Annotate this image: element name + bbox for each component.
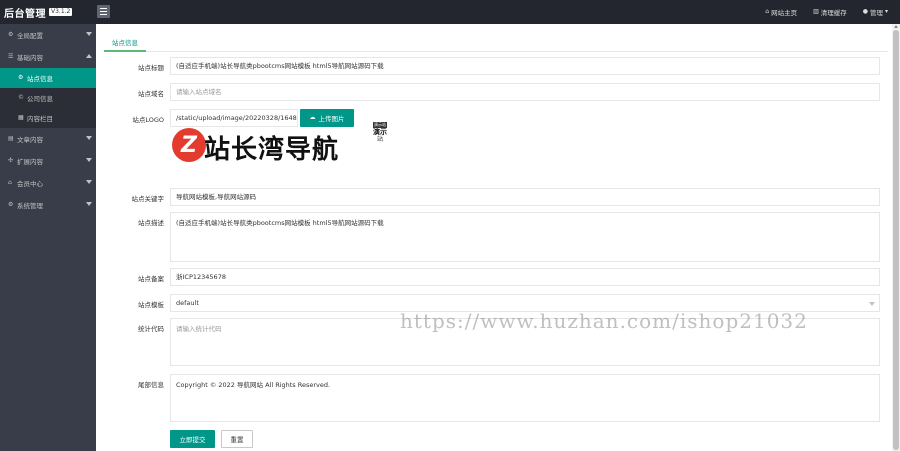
clear-cache-label: 清理缓存 xyxy=(820,9,847,17)
logo-stamp: 演示站 演示 站 xyxy=(373,122,387,164)
menu-toggle-button[interactable] xyxy=(97,5,110,18)
footer-info-textarea[interactable]: Copyright © 2022 导航网站 All Rights Reserve… xyxy=(170,374,880,422)
sidebar-subitem-company-info[interactable]: © 公司信息 xyxy=(0,88,96,108)
stamp-mid-text: 演示 xyxy=(373,128,387,136)
list-icon: ☰ xyxy=(8,53,14,60)
top-bar: 后台管理 V3.1.2 ⌂ 网站主页 ▥ 清理缓存 ● 管理 ▾ xyxy=(0,0,900,24)
trash-icon: ▥ xyxy=(813,8,819,15)
site-icp-input[interactable]: 浙ICP12345678 xyxy=(170,268,880,286)
tab-site-info[interactable]: 站点信息 xyxy=(104,36,146,52)
user-icon: ● xyxy=(862,8,868,15)
logo-brand-text: 站长湾导航 xyxy=(204,135,340,165)
gear-icon: ⚙ xyxy=(18,74,24,81)
watermark-text: https://www.huzhan.com/ishop21032 xyxy=(400,309,808,333)
hamburger-icon-line xyxy=(100,11,107,12)
icp-label: 站点备案 xyxy=(138,275,164,283)
tab-bar: 站点信息 xyxy=(104,36,888,52)
logo-z-mark: Z xyxy=(172,128,206,162)
stamp-bot-text: 站 xyxy=(376,136,383,143)
site-keywords-input[interactable]: 导航网站模板,导航网站源码 xyxy=(170,188,880,206)
lock-icon: ⌂ xyxy=(8,179,12,186)
site-home-label: 网站主页 xyxy=(771,9,798,17)
scroll-up-arrow-icon[interactable] xyxy=(894,25,898,28)
site-description-textarea[interactable]: (自适应手机端)站长导航类pbootcms网站模板 html5导航网站源码下载 xyxy=(170,212,880,262)
app-root: 后台管理 V3.1.2 ⌂ 网站主页 ▥ 清理缓存 ● 管理 ▾ ⚙ 全局配置 … xyxy=(0,0,900,451)
admin-menu[interactable]: ● 管理 ▾ xyxy=(862,7,888,18)
keywords-label: 站点关键字 xyxy=(131,195,165,203)
title-label: 站点标题 xyxy=(138,64,164,72)
main-content: 站点信息 站点标题 (自适应手机端)站长导航类pbootcms网站模板 html… xyxy=(96,24,900,451)
sidebar-item-basic-content[interactable]: ☰ 基础内容 xyxy=(0,46,96,68)
domain-label: 站点域名 xyxy=(138,90,164,98)
hamburger-icon-line xyxy=(100,14,107,15)
hamburger-icon xyxy=(100,8,107,9)
sidebar-subitem-content-columns[interactable]: ▦ 内容栏目 xyxy=(0,108,96,128)
sidebar-subitem-label: 内容栏目 xyxy=(27,115,53,123)
footer-label: 尾部信息 xyxy=(138,381,164,389)
document-icon: ▤ xyxy=(8,135,14,142)
top-actions: ⌂ 网站主页 ▥ 清理缓存 ● 管理 ▾ xyxy=(765,0,888,24)
logo-label: 站点LOGO xyxy=(132,116,164,124)
grid-icon: ▦ xyxy=(18,114,24,121)
sidebar-item-label: 会员中心 xyxy=(17,180,43,188)
sidebar-item-label: 系统管理 xyxy=(17,202,43,210)
sidebar-subitem-label: 站点信息 xyxy=(27,75,53,83)
sidebar-item-member-center[interactable]: ⌂ 会员中心 xyxy=(0,172,96,194)
caret-down-icon: ▾ xyxy=(884,8,888,15)
app-logo[interactable]: 后台管理 V3.1.2 xyxy=(0,0,96,24)
logo-z-letter: Z xyxy=(181,132,197,158)
clear-cache-link[interactable]: ▥ 清理缓存 xyxy=(813,7,847,18)
sidebar-item-extended-content[interactable]: ✣ 扩展内容 xyxy=(0,150,96,172)
sidebar-subitem-label: 公司信息 xyxy=(27,95,53,103)
sidebar-submenu: ⚙ 站点信息 © 公司信息 ▦ 内容栏目 xyxy=(0,68,96,128)
copyright-icon: © xyxy=(18,94,24,101)
sidebar: ⚙ 全局配置 ☰ 基础内容 ⚙ 站点信息 © 公司信息 ▦ 内容栏目 ▤ 文章内… xyxy=(0,24,96,451)
sidebar-item-label: 基础内容 xyxy=(17,54,43,62)
site-home-link[interactable]: ⌂ 网站主页 xyxy=(765,7,798,18)
sidebar-item-system-management[interactable]: ⚙ 系统管理 xyxy=(0,194,96,216)
version-badge: V3.1.2 xyxy=(49,8,73,16)
site-domain-input[interactable]: 请输入站点域名 xyxy=(170,83,880,101)
reset-button[interactable]: 重置 xyxy=(221,430,253,448)
sidebar-item-label: 全局配置 xyxy=(17,32,43,40)
template-label: 站点模板 xyxy=(138,301,164,309)
stats-label: 统计代码 xyxy=(138,325,164,333)
admin-label: 管理 xyxy=(869,9,883,17)
site-title-input[interactable]: (自适应手机端)站长导航类pbootcms网站模板 html5导航网站源码下载 xyxy=(170,57,880,75)
sidebar-item-article-content[interactable]: ▤ 文章内容 xyxy=(0,128,96,150)
home-icon: ⌂ xyxy=(765,8,770,15)
scrollbar-thumb[interactable] xyxy=(893,30,899,450)
submit-button[interactable]: 立即提交 xyxy=(170,430,215,448)
vertical-scrollbar[interactable] xyxy=(892,24,900,451)
caret-down-icon xyxy=(86,158,92,162)
gear-icon: ⚙ xyxy=(8,31,14,38)
puzzle-icon: ✣ xyxy=(8,157,14,164)
caret-down-icon xyxy=(86,202,92,206)
logo-text: 后台管理 xyxy=(4,8,46,20)
chevron-down-icon xyxy=(869,302,875,306)
caret-down-icon xyxy=(86,180,92,184)
description-label: 站点描述 xyxy=(138,219,164,227)
sidebar-item-label: 文章内容 xyxy=(17,136,43,144)
sidebar-item-global-config[interactable]: ⚙ 全局配置 xyxy=(0,24,96,46)
settings-icon: ⚙ xyxy=(8,201,14,208)
cloud-upload-icon: ☁ xyxy=(309,114,316,121)
sidebar-subitem-site-info[interactable]: ⚙ 站点信息 xyxy=(0,68,96,88)
caret-down-icon xyxy=(86,32,92,36)
caret-up-icon xyxy=(86,54,92,58)
template-value: default xyxy=(176,299,199,307)
sidebar-item-label: 扩展内容 xyxy=(17,158,43,166)
logo-preview-image: Z 站长湾导航 演示站 演示 站 xyxy=(170,122,390,168)
caret-down-icon xyxy=(86,136,92,140)
